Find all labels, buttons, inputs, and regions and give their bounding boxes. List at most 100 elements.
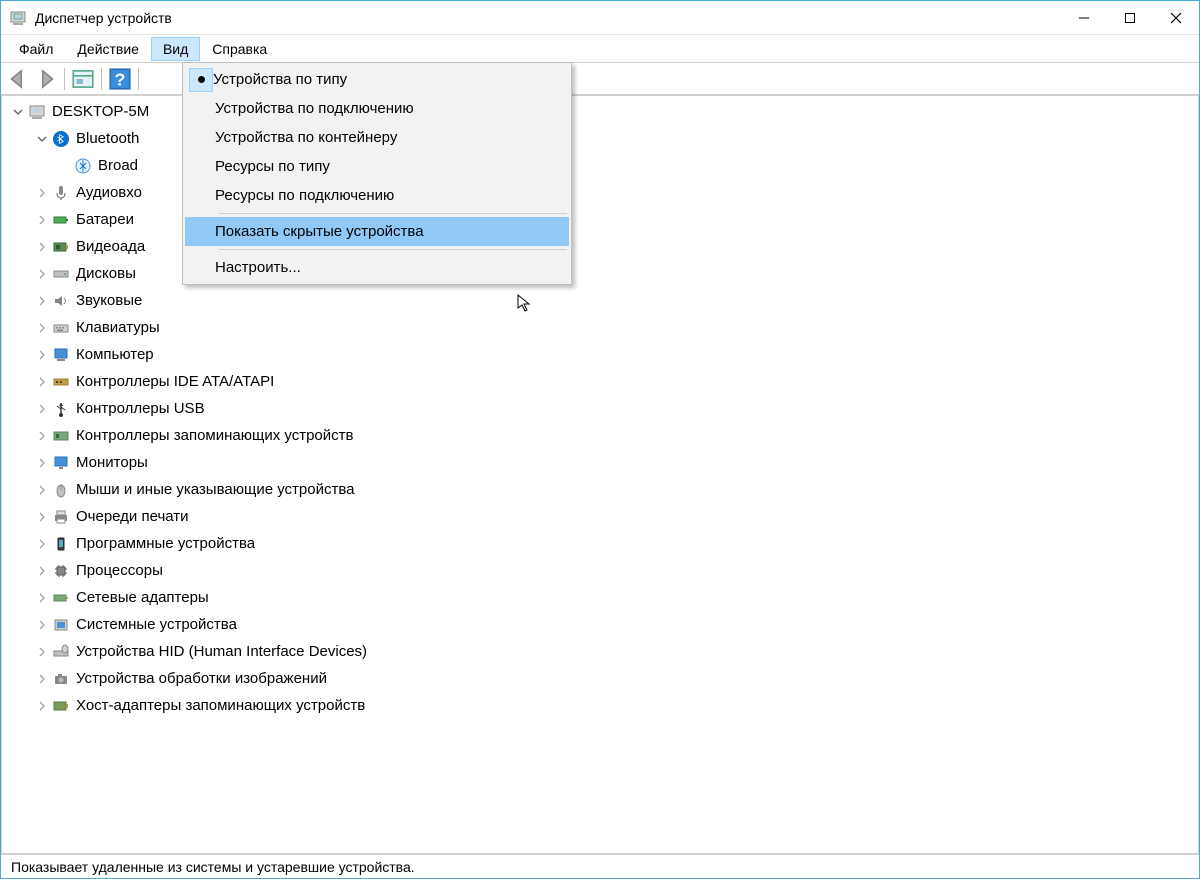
expander-icon[interactable] <box>34 617 50 633</box>
menu-show-hidden-devices[interactable]: Показать скрытые устройства <box>185 217 569 246</box>
hid-icon <box>52 643 70 661</box>
expander-icon[interactable] <box>34 131 50 147</box>
node-label: Очереди печати <box>76 508 189 525</box>
expander-icon[interactable] <box>34 212 50 228</box>
node-label: Контроллеры запоминающих устройств <box>76 427 353 444</box>
menu-action[interactable]: Действие <box>65 37 151 61</box>
tree-node-system-devices[interactable]: Системные устройства <box>6 611 1194 638</box>
expander-icon[interactable] <box>34 482 50 498</box>
system-device-icon <box>52 616 70 634</box>
close-button[interactable] <box>1153 1 1199 34</box>
network-adapter-icon <box>52 589 70 607</box>
expander-icon[interactable] <box>34 698 50 714</box>
forward-button[interactable] <box>33 66 59 92</box>
tree-node-sound-devices[interactable]: Звуковые <box>6 287 1194 314</box>
node-label: Клавиатуры <box>76 319 160 336</box>
disk-drive-icon <box>52 265 70 283</box>
menu-item-label: Устройства по контейнеру <box>215 129 397 146</box>
expander-icon[interactable] <box>34 266 50 282</box>
tree-node-imaging[interactable]: Устройства обработки изображений <box>6 665 1194 692</box>
menu-item-label: Настроить... <box>215 259 301 276</box>
node-label: Мониторы <box>76 454 148 471</box>
expander-icon[interactable] <box>34 455 50 471</box>
tree-node-computer[interactable]: Компьютер <box>6 341 1194 368</box>
software-device-icon <box>52 535 70 553</box>
statusbar: Показывает удаленные из системы и устаре… <box>1 854 1199 878</box>
expander-icon[interactable] <box>34 509 50 525</box>
menu-item-label: Ресурсы по типу <box>215 158 330 175</box>
node-label: Контроллеры USB <box>76 400 205 417</box>
properties-button[interactable] <box>70 66 96 92</box>
device-manager-window: Диспетчер устройств Файл Действие Вид Сп… <box>0 0 1200 879</box>
menu-separator <box>219 249 567 250</box>
expander-icon[interactable] <box>34 671 50 687</box>
view-dropdown-menu: Устройства по типу Устройства по подключ… <box>182 62 572 285</box>
bluetooth-icon <box>52 130 70 148</box>
node-label: Видеоада <box>76 238 145 255</box>
tree-node-print-queues[interactable]: Очереди печати <box>6 503 1194 530</box>
bluetooth-device-icon <box>74 157 92 175</box>
expander-icon[interactable] <box>34 590 50 606</box>
tree-node-hid[interactable]: Устройства HID (Human Interface Devices) <box>6 638 1194 665</box>
node-label: Системные устройства <box>76 616 237 633</box>
tree-node-keyboards[interactable]: Клавиатуры <box>6 314 1194 341</box>
app-icon <box>9 9 27 27</box>
menu-devices-by-connection[interactable]: Устройства по подключению <box>185 94 569 123</box>
node-label: Компьютер <box>76 346 154 363</box>
toolbar-separator <box>64 68 65 90</box>
menu-customize[interactable]: Настроить... <box>185 253 569 282</box>
keyboard-icon <box>52 319 70 337</box>
expander-icon[interactable] <box>34 293 50 309</box>
sound-device-icon <box>52 292 70 310</box>
node-label: Мыши и иные указывающие устройства <box>76 481 354 498</box>
menu-resources-by-connection[interactable]: Ресурсы по подключению <box>185 181 569 210</box>
tree-node-network-adapters[interactable]: Сетевые адаптеры <box>6 584 1194 611</box>
expander-icon[interactable] <box>34 536 50 552</box>
expander-icon[interactable] <box>34 320 50 336</box>
expander-icon[interactable] <box>34 563 50 579</box>
expander-icon[interactable] <box>34 428 50 444</box>
tree-node-host-adapters[interactable]: Хост-адаптеры запоминающих устройств <box>6 692 1194 719</box>
battery-icon <box>52 211 70 229</box>
expander-icon[interactable] <box>10 104 26 120</box>
back-button[interactable] <box>5 66 31 92</box>
node-label: Устройства HID (Human Interface Devices) <box>76 643 367 660</box>
radio-selected-icon <box>189 68 213 92</box>
tree-node-ide-controllers[interactable]: Контроллеры IDE ATA/ATAPI <box>6 368 1194 395</box>
menu-resources-by-type[interactable]: Ресурсы по типу <box>185 152 569 181</box>
node-label: Дисковы <box>76 265 136 282</box>
tree-node-storage-controllers[interactable]: Контроллеры запоминающих устройств <box>6 422 1194 449</box>
storage-controller-icon <box>52 427 70 445</box>
window-controls <box>1061 1 1199 34</box>
ide-controller-icon <box>52 373 70 391</box>
svg-text:?: ? <box>115 69 126 89</box>
menu-devices-by-container[interactable]: Устройства по контейнеру <box>185 123 569 152</box>
menu-item-label: Устройства по подключению <box>215 100 414 117</box>
expander-icon[interactable] <box>34 644 50 660</box>
menu-item-label: Показать скрытые устройства <box>215 223 424 240</box>
expander-icon[interactable] <box>34 374 50 390</box>
help-button[interactable]: ? <box>107 66 133 92</box>
tree-node-software-devices[interactable]: Программные устройства <box>6 530 1194 557</box>
expander-icon[interactable] <box>34 347 50 363</box>
tree-node-usb-controllers[interactable]: Контроллеры USB <box>6 395 1194 422</box>
processor-icon <box>52 562 70 580</box>
minimize-button[interactable] <box>1061 1 1107 34</box>
tree-node-mice[interactable]: Мыши и иные указывающие устройства <box>6 476 1194 503</box>
node-label: Звуковые <box>76 292 142 309</box>
tree-node-monitors[interactable]: Мониторы <box>6 449 1194 476</box>
node-label: Broad <box>98 157 138 174</box>
menu-view[interactable]: Вид <box>151 37 200 61</box>
tree-node-processors[interactable]: Процессоры <box>6 557 1194 584</box>
expander-icon[interactable] <box>34 401 50 417</box>
display-adapter-icon <box>52 238 70 256</box>
menu-file[interactable]: Файл <box>7 37 65 61</box>
expander-icon[interactable] <box>34 185 50 201</box>
menu-help[interactable]: Справка <box>200 37 279 61</box>
expander-icon[interactable] <box>34 239 50 255</box>
menu-devices-by-type[interactable]: Устройства по типу <box>185 65 569 94</box>
mouse-icon <box>52 481 70 499</box>
titlebar: Диспетчер устройств <box>1 1 1199 35</box>
maximize-button[interactable] <box>1107 1 1153 34</box>
toolbar-separator <box>101 68 102 90</box>
